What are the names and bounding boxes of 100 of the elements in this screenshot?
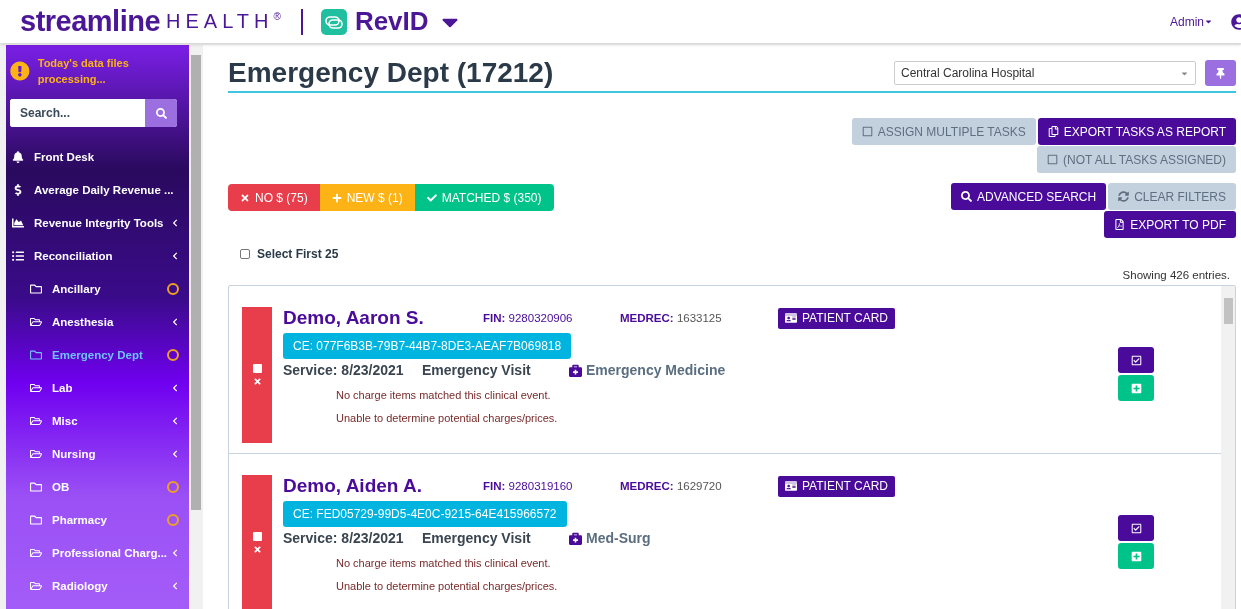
open-folder-icon [30,414,42,427]
check-icon [426,192,437,203]
search-icon [961,191,973,202]
search-icon [155,107,167,119]
folder-icon [30,480,42,493]
app-logo-icon [320,8,347,35]
chevron-icon [171,449,179,458]
patient-card-button[interactable]: PATIENT CARD [778,307,895,329]
chevron-icon [171,416,179,425]
sidebar-item[interactable]: Emergency Dept [6,338,189,371]
warning-icon [10,60,30,82]
checkbox-icon [1130,354,1142,366]
patient-name[interactable]: Demo, Aaron S. [283,307,483,329]
sidebar-item[interactable]: Ancillary [6,272,189,305]
sidebar-item[interactable]: Misc [6,404,189,437]
action-button[interactable]: ADVANCED SEARCH [951,183,1107,210]
checkbox-icon [1130,522,1142,534]
sidebar-item[interactable]: Reconciliation [6,239,189,272]
record-message: No charge items matched this clinical event. [336,389,552,401]
service-date: Service: 8/23/2021 [283,362,405,378]
review-button[interactable] [1118,347,1154,373]
chevron-icon [171,251,179,260]
chevron-icon [171,383,179,392]
plus-icon [1130,382,1142,394]
clinical-event-id: CE: FED05729-99D5-4E0C-9215-64E415966572 [283,501,567,527]
pdf-file-icon [1114,219,1126,230]
sidebar-item[interactable]: Revenue Integrity Tools [6,206,189,239]
record-message: No charge items matched this clinical event. [336,557,552,569]
search-field[interactable]: Search... [10,99,177,127]
brand-subtitle: HEALTH [166,10,274,33]
action-button[interactable]: EXPORT TO PDF [1104,211,1236,238]
scrollbar-thumb[interactable] [191,55,201,510]
id-card-icon [785,312,797,324]
medical-bag-icon [569,363,582,377]
area-chart-icon [12,216,24,229]
alert-text: Today's data files processing... [37,56,130,87]
record-message: Unable to determine potential charges/prices. [336,580,559,592]
open-folder-icon [30,579,42,592]
refresh-icon [1118,191,1130,202]
plus-icon [331,192,342,203]
medrec-number: MEDREC: 1633125 [620,312,723,324]
plus-icon [1130,550,1142,562]
scrollbar-thumb[interactable] [1223,298,1233,324]
sidebar-item[interactable]: Nursing [6,437,189,470]
caret-icon [1204,17,1213,26]
record-checkbox[interactable] [252,364,262,373]
sidebar-item[interactable]: Professional Charg... [6,536,189,569]
filter-tab[interactable]: NO $ (75) [228,184,320,211]
close-icon[interactable] [252,377,262,386]
action-button[interactable]: EXPORT TASKS AS REPORT [1037,118,1236,145]
search-button[interactable] [145,99,177,127]
patient-name[interactable]: Demo, Aiden A. [283,475,483,497]
checkbox-icon [861,126,873,137]
entry-count: Showing 426 entries. [1122,269,1230,281]
patient-card-button[interactable]: PATIENT CARD [778,475,895,497]
close-icon [240,192,250,203]
select-first-checkbox[interactable]: Select First 25 [240,247,1236,261]
fin-number: FIN: 9280319160 [483,480,574,492]
sidebar-item[interactable]: Lab [6,371,189,404]
open-folder-icon [30,447,42,460]
app-name: RevID [354,6,429,37]
visit-type: Emergency Visit [422,530,532,546]
medrec-number: MEDREC: 1629720 [620,480,723,492]
medical-bag-icon [569,531,582,545]
registered-mark: ® [273,11,281,22]
folder-icon [30,348,42,361]
facility-select[interactable]: Central Carolina Hospital [894,61,1196,85]
open-folder-icon [30,381,42,394]
open-folder-icon [30,546,42,559]
clinical-event-id: CE: 077F6B3B-79B7-44B7-8DE3-AEAF7B069818 [283,333,572,359]
page-title: Emergency Dept (17212) [228,57,555,89]
id-card-icon [785,480,797,492]
record-message: Unable to determine potential charges/prices. [336,412,559,424]
open-folder-icon [30,315,42,328]
user-menu[interactable]: Admin [1170,14,1213,29]
sidebar-item[interactable]: Average Daily Revenue ... [6,173,189,206]
sidebar-item[interactable]: OB [6,470,189,503]
chevron-icon [171,218,179,227]
close-icon[interactable] [252,545,262,554]
brand-name: streamline [20,5,161,38]
department: Med-Surg [569,530,1118,546]
chevron-icon [171,548,179,557]
pin-button[interactable] [1205,60,1236,86]
visit-type: Emergency Visit [422,362,532,378]
fin-number: FIN: 9280320906 [483,312,574,324]
record-checkbox[interactable] [252,532,262,541]
service-date: Service: 8/23/2021 [283,530,405,546]
copy-icon [1047,126,1059,137]
sidebar-item[interactable]: Anesthesia [6,305,189,338]
list-icon [12,249,24,262]
sidebar-item[interactable]: Radiology [6,569,189,602]
chevron-icon [171,317,179,326]
sidebar-item[interactable]: Front Desk [6,140,189,173]
folder-icon [30,282,42,295]
folder-icon [30,513,42,526]
pin-icon [1215,67,1226,79]
review-button[interactable] [1118,515,1154,541]
sidebar-item[interactable]: Pharmacy [6,503,189,536]
checkbox-icon [1047,154,1059,165]
chevron-icon [171,581,179,590]
